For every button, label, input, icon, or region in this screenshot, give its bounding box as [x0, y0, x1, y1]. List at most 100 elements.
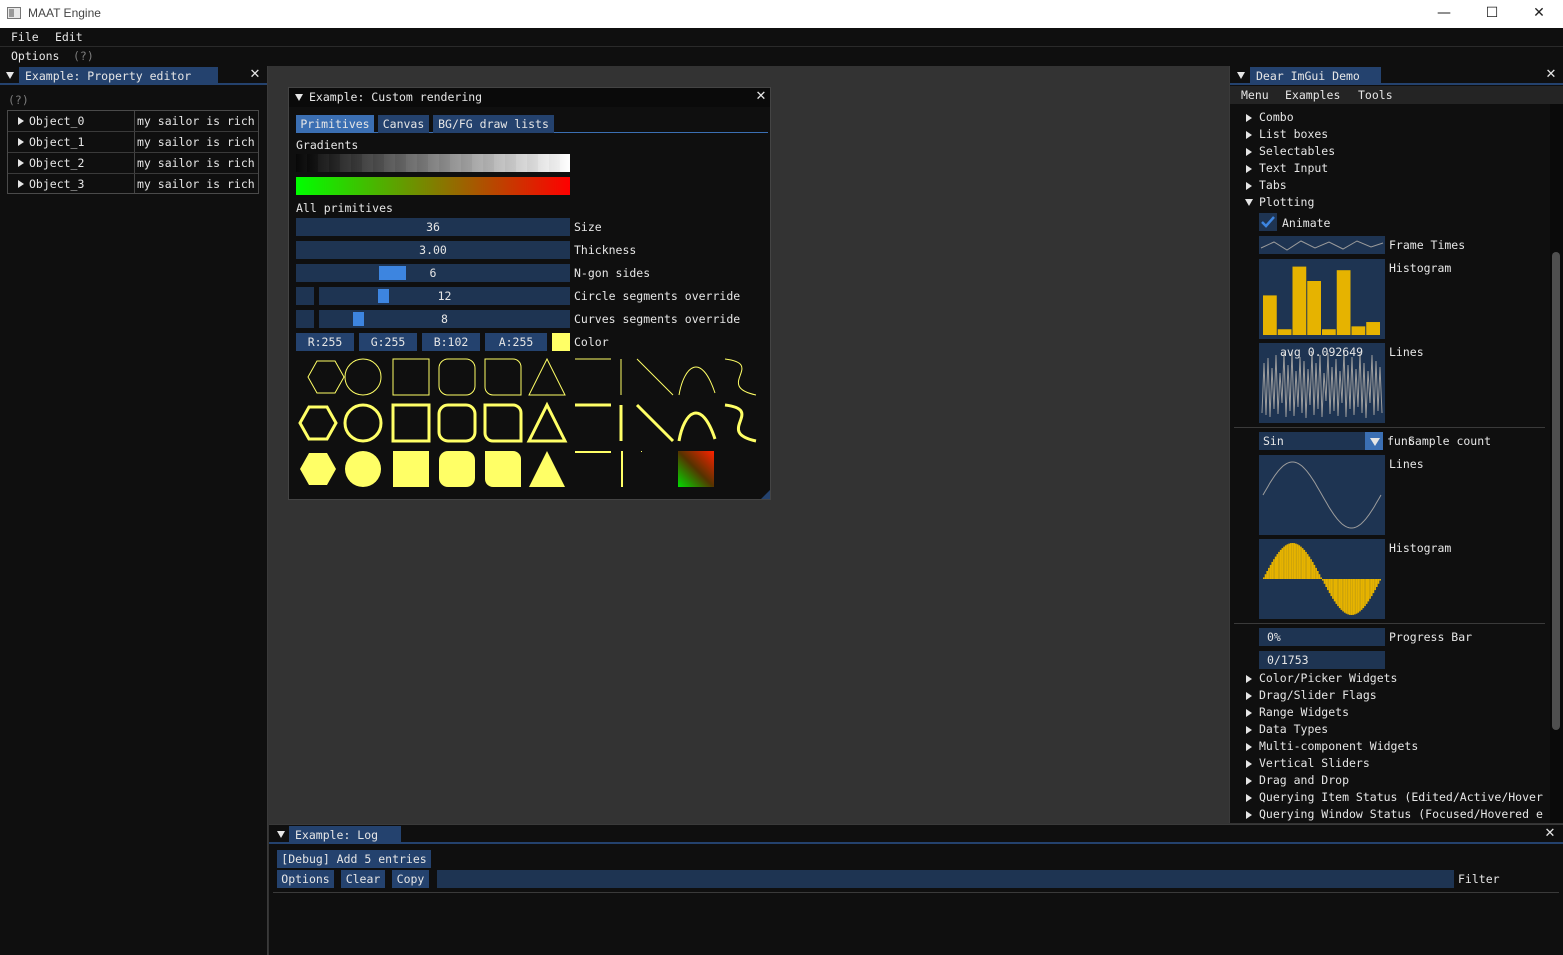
frame-times-plot[interactable] [1259, 236, 1385, 254]
log-clear-button[interactable]: Clear [341, 870, 385, 888]
sin-histogram-bar [1276, 554, 1279, 579]
options-help[interactable]: (?) [73, 49, 94, 63]
menu-examples[interactable]: Examples [1285, 88, 1340, 102]
chevron-down-icon[interactable] [1365, 432, 1383, 450]
log-options-button[interactable]: Options [277, 870, 334, 888]
table-row[interactable]: Object_2 my sailor is rich [8, 153, 258, 174]
expand-arrow-icon[interactable] [18, 138, 24, 146]
scrollbar-thumb[interactable] [1552, 252, 1560, 730]
expand-arrow-icon[interactable] [1246, 114, 1252, 122]
close-window-button[interactable]: ✕ [1516, 0, 1562, 28]
tree-item-drag-slider-flags[interactable]: Drag/Slider Flags [1259, 688, 1377, 702]
expand-arrow-icon[interactable] [1246, 726, 1252, 734]
collapse-triangle-icon[interactable] [295, 94, 303, 101]
sin-lines-plot[interactable] [1259, 455, 1385, 535]
close-icon[interactable]: ✕ [754, 89, 768, 105]
tree-item-data-types[interactable]: Data Types [1259, 722, 1328, 736]
help-marker[interactable]: (?) [8, 93, 29, 107]
curve-segments-slider[interactable]: 8 [319, 310, 570, 328]
tree-item-querying-item-status[interactable]: Querying Item Status (Edited/Active/Hove… [1259, 790, 1543, 804]
tree-item-list-boxes[interactable]: List boxes [1259, 127, 1328, 141]
tab-log[interactable]: Example: Log [289, 826, 401, 844]
close-icon[interactable]: ✕ [1544, 67, 1558, 83]
color-g-field[interactable]: G:255 [359, 333, 417, 351]
debug-add-entries-button[interactable]: [Debug] Add 5 entries [277, 850, 431, 868]
log-copy-button[interactable]: Copy [392, 870, 429, 888]
close-icon[interactable]: ✕ [248, 67, 262, 83]
tab-bg-fg-draw-lists[interactable]: BG/FG draw lists [433, 115, 554, 133]
func-combo[interactable]: Sin [1259, 432, 1383, 450]
tab-dear-imgui-demo[interactable]: Dear ImGui Demo [1250, 67, 1381, 85]
histogram-plot[interactable] [1259, 259, 1385, 339]
checkmark-icon [1261, 216, 1275, 228]
menu-file[interactable]: File [11, 30, 39, 44]
table-row[interactable]: Object_3 my sailor is rich [8, 174, 258, 195]
sin-histogram-bar [1306, 554, 1309, 579]
tree-item-tabs[interactable]: Tabs [1259, 178, 1287, 192]
expand-arrow-icon[interactable] [1246, 709, 1252, 717]
expand-arrow-icon[interactable] [18, 117, 24, 125]
demo-scrollbar[interactable] [1550, 104, 1563, 823]
tree-item-combo[interactable]: Combo [1259, 110, 1294, 124]
expand-arrow-icon[interactable] [1246, 777, 1252, 785]
menu-edit[interactable]: Edit [55, 30, 83, 44]
filter-input[interactable] [437, 870, 1454, 888]
table-row[interactable]: Object_0 my sailor is rich [8, 111, 258, 132]
menu-menu[interactable]: Menu [1241, 88, 1269, 102]
sin-histogram-plot[interactable] [1259, 539, 1385, 619]
expand-arrow-icon[interactable] [1246, 131, 1252, 139]
tree-item-text-input[interactable]: Text Input [1259, 161, 1328, 175]
tree-item-vertical-sliders[interactable]: Vertical Sliders [1259, 756, 1370, 770]
collapse-triangle-icon[interactable] [277, 831, 285, 838]
tree-item-drag-and-drop[interactable]: Drag and Drop [1259, 773, 1349, 787]
tab-canvas[interactable]: Canvas [378, 115, 429, 133]
menu-tools[interactable]: Tools [1358, 88, 1393, 102]
thickness-slider[interactable]: 3.00 [296, 241, 570, 259]
minimize-button[interactable]: — [1421, 0, 1467, 28]
sin-histogram-bar [1343, 579, 1346, 613]
expand-arrow-icon[interactable] [1246, 165, 1252, 173]
collapse-triangle-icon[interactable] [6, 72, 14, 79]
color-swatch[interactable] [552, 333, 570, 351]
sin-histogram-bar [1365, 579, 1368, 604]
expand-arrow-icon[interactable] [1246, 794, 1252, 802]
ngon-slider[interactable]: 6 [296, 264, 570, 282]
sin-histogram-bar [1327, 579, 1329, 591]
circle-segments-slider[interactable]: 12 [319, 287, 570, 305]
tree-item-selectables[interactable]: Selectables [1259, 144, 1335, 158]
lines-label: Lines [1389, 345, 1424, 359]
circle-seg-checkbox[interactable] [296, 287, 314, 305]
resize-grip[interactable] [761, 490, 770, 499]
tree-item-color-picker[interactable]: Color/Picker Widgets [1259, 671, 1397, 685]
tree-item-range-widgets[interactable]: Range Widgets [1259, 705, 1349, 719]
tree-item-plotting[interactable]: Plotting [1259, 195, 1314, 209]
tree-item-multi-component[interactable]: Multi-component Widgets [1259, 739, 1418, 753]
expand-arrow-icon[interactable] [1246, 743, 1252, 751]
tab-primitives[interactable]: Primitives [296, 115, 374, 133]
expand-arrow-icon[interactable] [1246, 148, 1252, 156]
expand-arrow-icon[interactable] [1246, 182, 1252, 190]
expand-arrow-icon[interactable] [1246, 811, 1252, 819]
tab-property-editor[interactable]: Example: Property editor [19, 67, 218, 85]
color-r-field[interactable]: R:255 [296, 333, 354, 351]
animate-checkbox[interactable] [1259, 213, 1277, 231]
color-a-field[interactable]: A:255 [485, 333, 547, 351]
custom-rendering-titlebar[interactable]: Example: Custom rendering ✕ [289, 88, 770, 107]
size-slider[interactable]: 36 [296, 218, 570, 236]
expand-arrow-icon[interactable] [1246, 760, 1252, 768]
color-b-field[interactable]: B:102 [422, 333, 480, 351]
expand-arrow-icon[interactable] [18, 180, 24, 188]
collapse-arrow-icon[interactable] [1245, 199, 1253, 206]
lines-plot[interactable]: avg 0.092649 [1259, 343, 1385, 423]
expand-arrow-icon[interactable] [18, 159, 24, 167]
object-value: my sailor is rich [137, 156, 255, 170]
close-icon[interactable]: ✕ [1543, 826, 1557, 842]
options-menu[interactable]: Options [11, 49, 59, 63]
maximize-button[interactable]: ☐ [1469, 0, 1515, 28]
expand-arrow-icon[interactable] [1246, 692, 1252, 700]
curve-seg-checkbox[interactable] [296, 310, 314, 328]
tree-item-querying-window-status[interactable]: Querying Window Status (Focused/Hovered … [1259, 807, 1543, 821]
table-row[interactable]: Object_1 my sailor is rich [8, 132, 258, 153]
collapse-triangle-icon[interactable] [1237, 72, 1245, 79]
expand-arrow-icon[interactable] [1246, 675, 1252, 683]
